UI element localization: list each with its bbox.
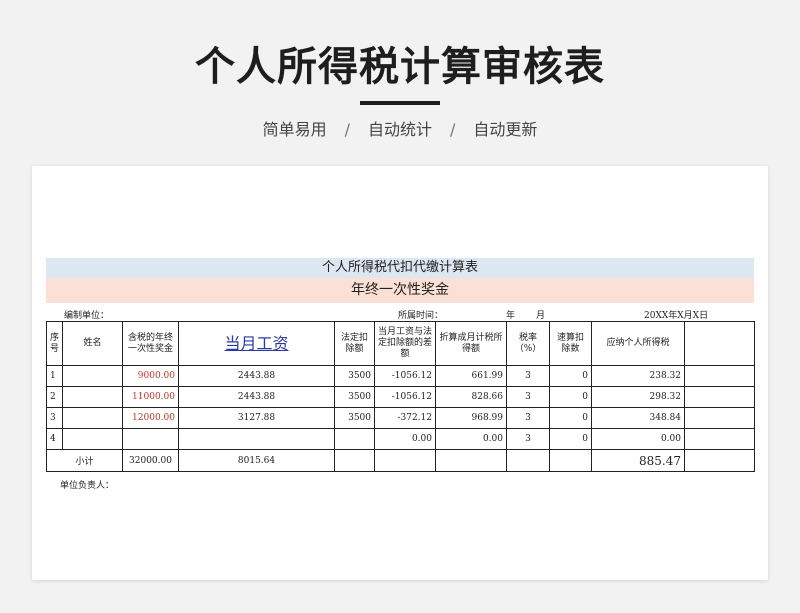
table-header-row: 序号 姓名 含税的年终一次性奖金 当月工资 法定扣除额 当月工资与法定扣除额的差… xyxy=(46,321,755,366)
tax-table: 序号 姓名 含税的年终一次性奖金 当月工资 法定扣除额 当月工资与法定扣除额的差… xyxy=(46,321,755,472)
col-header-name: 姓名 xyxy=(62,321,123,366)
cell-deduct[interactable]: 3500 xyxy=(334,386,375,408)
subtotal-empty[interactable] xyxy=(506,449,550,472)
cell-diff[interactable]: -1056.12 xyxy=(374,365,436,387)
col-header-no: 序号 xyxy=(46,321,63,366)
col-header-wage: 当月工资 xyxy=(178,321,335,366)
title-divider xyxy=(360,101,440,105)
col-header-tax: 应纳个人所得税 xyxy=(591,321,685,366)
cell-monthly[interactable]: 661.99 xyxy=(435,365,507,387)
cell-quick[interactable]: 0 xyxy=(549,365,592,387)
cell-bonus[interactable]: 11000.00 xyxy=(122,386,179,408)
cell-wage[interactable]: 3127.88 xyxy=(178,407,335,429)
sheet-title: 个人所得税代扣代缴计算表 xyxy=(46,258,754,278)
cell-tax[interactable]: 298.32 xyxy=(591,386,685,408)
cell-blank[interactable] xyxy=(684,428,755,450)
cell-quick[interactable]: 0 xyxy=(549,407,592,429)
subtotal-empty[interactable] xyxy=(684,449,755,472)
subtotal-bonus[interactable]: 32000.00 xyxy=(122,449,179,472)
table-row: 3 12000.00 3127.88 3500 -372.12 968.99 3… xyxy=(46,407,755,429)
subtotal-wage[interactable]: 8015.64 xyxy=(178,449,335,472)
subtotal-label: 小计 xyxy=(46,449,123,472)
cell-name[interactable] xyxy=(62,428,123,450)
col-header-quick: 速算扣除数 xyxy=(549,321,592,366)
subtotal-empty[interactable] xyxy=(435,449,507,472)
cell-diff[interactable]: -1056.12 xyxy=(374,386,436,408)
subtotal-row: 小计 32000.00 8015.64 885.47 xyxy=(46,449,755,472)
cell-rate[interactable]: 3 xyxy=(506,407,550,429)
cell-quick[interactable]: 0 xyxy=(549,428,592,450)
cell-name[interactable] xyxy=(62,386,123,408)
cell-deduct[interactable]: 3500 xyxy=(334,365,375,387)
cell-deduct[interactable]: 3500 xyxy=(334,407,375,429)
tag-separator: / xyxy=(450,120,456,139)
cell-blank[interactable] xyxy=(684,407,755,429)
cell-tax[interactable]: 238.32 xyxy=(591,365,685,387)
feature-tags: 简单易用 / 自动统计 / 自动更新 xyxy=(0,116,800,140)
col-header-rate: 税率（%） xyxy=(506,321,550,366)
cell-no[interactable]: 2 xyxy=(46,386,63,408)
preview-card: 个人所得税代扣代缴计算表 年终一次性奖金 编制单位： 所属时间： 年 月 20X… xyxy=(32,166,768,580)
cell-monthly[interactable]: 0.00 xyxy=(435,428,507,450)
page-title: 个人所得税计算审核表 xyxy=(195,44,605,90)
cell-blank[interactable] xyxy=(684,365,755,387)
col-header-monthly: 折算成月计税所得额 xyxy=(435,321,507,366)
table-row: 4 0.00 0.00 3 0 0.00 xyxy=(46,428,755,450)
cell-wage[interactable]: 2443.88 xyxy=(178,386,335,408)
cell-wage[interactable]: 2443.88 xyxy=(178,365,335,387)
subtotal-empty[interactable] xyxy=(374,449,436,472)
table-row: 1 9000.00 2443.88 3500 -1056.12 661.99 3… xyxy=(46,365,755,387)
cell-quick[interactable]: 0 xyxy=(549,386,592,408)
tag-auto-update: 自动更新 xyxy=(473,120,538,139)
month-label: 月 xyxy=(536,311,546,321)
col-header-deduct: 法定扣除额 xyxy=(334,321,375,366)
cell-diff[interactable]: 0.00 xyxy=(374,428,436,450)
subtotal-tax[interactable]: 885.47 xyxy=(591,449,685,472)
sheet-meta: 编制单位： 所属时间： 年 月 20XX年X月X日 xyxy=(46,305,754,321)
signer-label: 单位负责人： xyxy=(60,481,115,491)
cell-rate[interactable]: 3 xyxy=(506,365,550,387)
tag-auto-stats: 自动统计 xyxy=(367,120,432,139)
col-header-diff: 当月工资与法定扣除额的差额 xyxy=(374,321,436,366)
cell-rate[interactable]: 3 xyxy=(506,386,550,408)
subtotal-empty[interactable] xyxy=(334,449,375,472)
table-row: 2 11000.00 2443.88 3500 -1056.12 828.66 … xyxy=(46,386,755,408)
cell-rate[interactable]: 3 xyxy=(506,428,550,450)
tag-easy: 简单易用 xyxy=(262,120,327,139)
date-text: 20XX年X月X日 xyxy=(644,311,709,321)
cell-name[interactable] xyxy=(62,365,123,387)
cell-name[interactable] xyxy=(62,407,123,429)
cell-tax[interactable]: 348.84 xyxy=(591,407,685,429)
cell-monthly[interactable]: 828.66 xyxy=(435,386,507,408)
cell-bonus[interactable]: 12000.00 xyxy=(122,407,179,429)
subtotal-empty[interactable] xyxy=(549,449,592,472)
tax-sheet: 个人所得税代扣代缴计算表 年终一次性奖金 编制单位： 所属时间： 年 月 20X… xyxy=(46,258,755,491)
year-label: 年 xyxy=(506,311,516,321)
cell-monthly[interactable]: 968.99 xyxy=(435,407,507,429)
col-header-blank xyxy=(684,321,755,366)
cell-no[interactable]: 3 xyxy=(46,407,63,429)
cell-no[interactable]: 1 xyxy=(46,365,63,387)
cell-bonus[interactable] xyxy=(122,428,179,450)
tag-separator: / xyxy=(344,120,350,139)
cell-blank[interactable] xyxy=(684,386,755,408)
cell-deduct[interactable] xyxy=(334,428,375,450)
period-label: 所属时间： xyxy=(398,311,444,321)
cell-tax[interactable]: 0.00 xyxy=(591,428,685,450)
sheet-subtitle: 年终一次性奖金 xyxy=(46,278,754,303)
cell-diff[interactable]: -372.12 xyxy=(374,407,436,429)
unit-label: 编制单位： xyxy=(64,311,110,321)
col-header-bonus: 含税的年终一次性奖金 xyxy=(122,321,179,366)
cell-bonus[interactable]: 9000.00 xyxy=(122,365,179,387)
cell-no[interactable]: 4 xyxy=(46,428,63,450)
cell-wage[interactable] xyxy=(178,428,335,450)
